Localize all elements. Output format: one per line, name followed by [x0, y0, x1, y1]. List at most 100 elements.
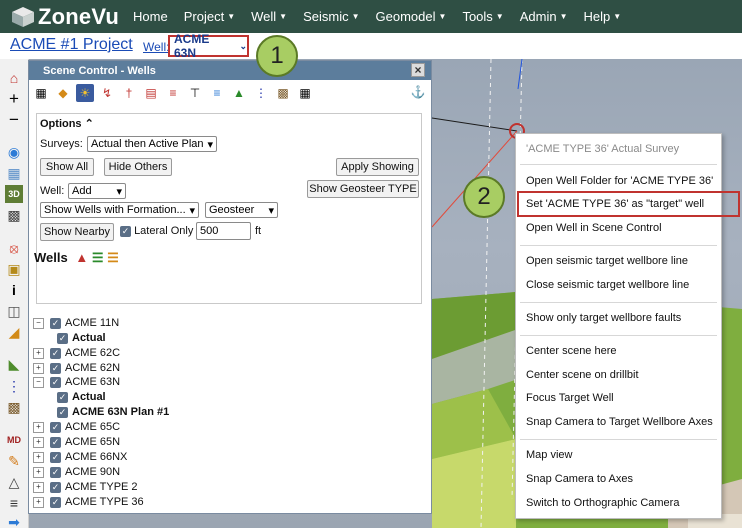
- expand-icon[interactable]: +: [33, 362, 44, 374]
- checkbox-icon[interactable]: ✓: [50, 466, 61, 478]
- formation-filter-select[interactable]: Show Wells with Formation... ▾: [40, 202, 199, 218]
- tree-well-item[interactable]: + ✓ ACME 65C: [33, 421, 120, 433]
- tree-well-item[interactable]: + ✓ ACME 66NX: [33, 451, 127, 463]
- well-mode-select[interactable]: Add ▾: [68, 183, 126, 199]
- expand-icon[interactable]: +: [33, 481, 44, 493]
- checkbox-icon[interactable]: ✓: [57, 332, 68, 344]
- faults-icon[interactable]: ⊤: [186, 84, 204, 102]
- context-menu-item[interactable]: Open Well in Scene Control: [526, 222, 662, 234]
- surveys-select[interactable]: Actual then Active Plan ▾: [87, 136, 217, 152]
- map-icon[interactable]: ▦: [32, 84, 50, 102]
- expand-arrow-icon[interactable]: ➡: [5, 513, 23, 531]
- show-geosteer-type-button[interactable]: Show Geosteer TYPE: [307, 180, 419, 198]
- zoom-in-icon[interactable]: +: [5, 89, 23, 108]
- layers-icon[interactable]: ▩: [5, 206, 23, 224]
- strat-column-icon[interactable]: ▩: [274, 84, 292, 102]
- tree-well-item[interactable]: − ✓ ACME 63N: [33, 376, 120, 388]
- nav-item-project[interactable]: Project ▼: [184, 9, 235, 24]
- geosteer-filter-select[interactable]: Geosteer ▾: [205, 202, 278, 218]
- context-menu-item[interactable]: Center scene here: [526, 345, 617, 357]
- md-icon[interactable]: MD: [5, 431, 23, 449]
- apply-showing-button[interactable]: Apply Showing: [336, 158, 419, 176]
- expand-icon[interactable]: +: [33, 496, 44, 508]
- formations-icon[interactable]: ≡: [164, 84, 182, 102]
- expand-icon[interactable]: +: [33, 347, 44, 359]
- camera-icon[interactable]: ◫: [5, 302, 23, 320]
- expand-icon[interactable]: +: [33, 466, 44, 478]
- stratigraphy-icon[interactable]: ▩: [5, 398, 23, 416]
- compass-icon[interactable]: ◉: [5, 143, 23, 161]
- context-menu-item[interactable]: Show only target wellbore faults: [526, 312, 681, 324]
- context-menu-item[interactable]: Snap Camera to Target Wellbore Axes: [526, 416, 713, 428]
- nav-item-seismic[interactable]: Seismic ▼: [303, 9, 359, 24]
- info-icon[interactable]: i: [5, 281, 23, 299]
- show-all-button[interactable]: Show All: [40, 158, 94, 176]
- grid-view-icon[interactable]: ▦: [5, 164, 23, 182]
- ruler-icon[interactable]: ◢: [5, 323, 23, 341]
- expand-icon[interactable]: +: [33, 451, 44, 463]
- nearby-distance-input[interactable]: 500: [196, 222, 251, 240]
- checkbox-icon[interactable]: ✓: [57, 391, 68, 403]
- context-menu-item[interactable]: Open seismic target wellbore line: [526, 255, 688, 267]
- nav-item-help[interactable]: Help ▼: [584, 9, 622, 24]
- surfaces-icon[interactable]: ◆: [54, 84, 72, 102]
- tree-survey-item[interactable]: ✓ Actual: [57, 332, 106, 344]
- well-selector[interactable]: ACME 63N ⌄: [168, 32, 249, 60]
- expand-icon[interactable]: +: [33, 436, 44, 448]
- tree-well-item[interactable]: − ✓ ACME 11N: [33, 317, 119, 329]
- tree-well-item[interactable]: + ✓ ACME 65N: [33, 436, 120, 448]
- points-icon[interactable]: ⋮: [5, 377, 23, 395]
- context-menu-item[interactable]: Focus Target Well: [526, 392, 614, 404]
- checkbox-icon[interactable]: ✓: [50, 496, 61, 508]
- nav-item-geomodel[interactable]: Geomodel ▼: [376, 9, 447, 24]
- checkbox-icon[interactable]: ✓: [50, 362, 61, 374]
- close-icon[interactable]: ×: [411, 63, 425, 77]
- checkbox-icon[interactable]: ✓: [57, 406, 68, 418]
- 3d-view-icon[interactable]: 3D: [5, 185, 23, 203]
- tree-well-item[interactable]: + ✓ ACME 62C: [33, 347, 120, 359]
- logs-icon[interactable]: ▤: [142, 84, 160, 102]
- show-nearby-button[interactable]: Show Nearby: [40, 223, 114, 241]
- tree-well-item[interactable]: + ✓ ACME TYPE 36: [33, 496, 144, 508]
- points-icon[interactable]: ⋮: [252, 84, 270, 102]
- tree-filter-alt-icon[interactable]: ☰: [107, 250, 119, 265]
- checkbox-icon[interactable]: ✓: [50, 376, 61, 388]
- hide-others-button[interactable]: Hide Others: [104, 158, 172, 176]
- checkbox-icon[interactable]: ✓: [50, 347, 61, 359]
- lateral-only-checkbox[interactable]: ✓ Lateral Only: [120, 225, 193, 237]
- tree-survey-item[interactable]: ✓ ACME 63N Plan #1: [57, 406, 169, 418]
- tree-well-item[interactable]: + ✓ ACME 90N: [33, 466, 120, 478]
- well-path-icon[interactable]: ↯: [98, 84, 116, 102]
- measure-icon[interactable]: △: [5, 473, 23, 491]
- nav-item-tools[interactable]: Tools ▼: [462, 9, 503, 24]
- zoom-out-icon[interactable]: −: [5, 110, 23, 129]
- tree-filter-icon[interactable]: ☰: [92, 250, 104, 265]
- tree-well-item[interactable]: + ✓ ACME 62N: [33, 362, 120, 374]
- checkbox-icon[interactable]: ✓: [50, 436, 61, 448]
- checkbox-icon[interactable]: ✓: [50, 421, 61, 433]
- expand-icon[interactable]: +: [33, 421, 44, 433]
- anchor-icon[interactable]: ⚓: [409, 83, 427, 101]
- home-icon[interactable]: ⌂: [5, 69, 23, 87]
- collapse-icon[interactable]: −: [33, 317, 44, 329]
- pencil-icon[interactable]: ✎: [5, 452, 23, 470]
- nav-item-admin[interactable]: Admin ▼: [520, 9, 568, 24]
- zonevu-logo[interactable]: ZoneVu: [11, 4, 119, 30]
- context-menu-item[interactable]: Snap Camera to Axes: [526, 473, 633, 485]
- tree-survey-item[interactable]: ✓ Actual: [57, 391, 106, 403]
- context-menu-item[interactable]: Switch to Orthographic Camera: [526, 497, 679, 509]
- scene-control-icon[interactable]: ▣: [5, 260, 23, 278]
- context-menu-item[interactable]: Center scene on drillbit: [526, 369, 639, 381]
- checkbox-icon[interactable]: ✓: [50, 481, 61, 493]
- stop-icon[interactable]: ⦻: [5, 239, 23, 257]
- geomodel-icon[interactable]: ▲: [230, 84, 248, 102]
- panel-titlebar[interactable]: Scene Control - Wells ×: [29, 61, 431, 80]
- project-link[interactable]: ACME #1 Project: [10, 36, 133, 54]
- surface-icon[interactable]: ◣: [5, 355, 23, 373]
- markers-icon[interactable]: †: [120, 84, 138, 102]
- collapse-icon[interactable]: −: [33, 376, 44, 388]
- context-menu-item[interactable]: Map view: [526, 449, 572, 461]
- well-label[interactable]: Well:: [143, 40, 169, 54]
- nav-item-well[interactable]: Well ▼: [251, 9, 287, 24]
- table-icon[interactable]: ▦: [296, 84, 314, 102]
